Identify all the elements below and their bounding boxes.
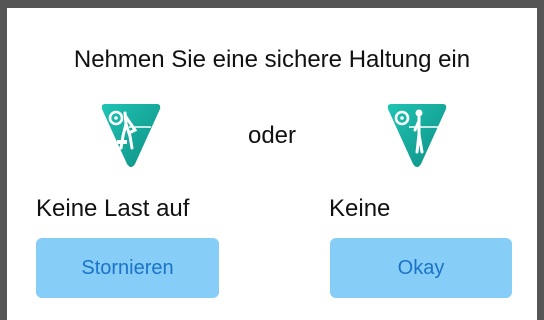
option-label-left: Keine Last auf xyxy=(36,195,190,222)
option-label-right: Keine xyxy=(329,195,391,222)
okay-button[interactable]: Okay xyxy=(330,238,512,298)
separator-text: oder xyxy=(247,122,297,149)
standing-posture-icon xyxy=(385,100,449,170)
cancel-button[interactable]: Stornieren xyxy=(36,238,219,298)
leaning-posture-icon xyxy=(99,100,163,170)
dialog-title: Nehmen Sie eine sichere Haltung ein xyxy=(73,46,471,73)
posture-dialog: Nehmen Sie eine sichere Haltung ein oder xyxy=(7,8,537,320)
